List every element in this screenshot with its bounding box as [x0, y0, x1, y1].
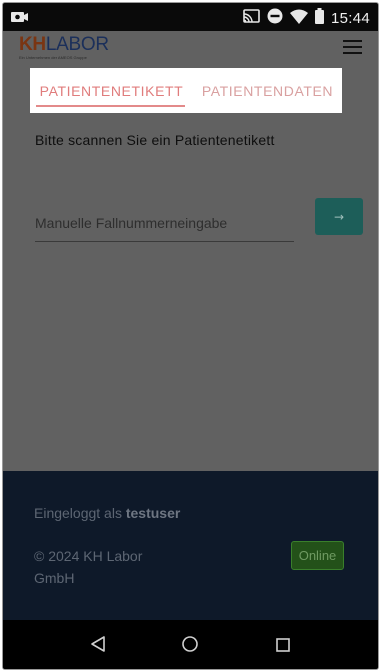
logo-labor-text: LABOR — [45, 34, 109, 55]
footer: Eingeloggt als testuser © 2024 KH Labor … — [3, 471, 378, 620]
cast-icon — [243, 9, 260, 28]
username: testuser — [125, 505, 181, 521]
back-icon[interactable] — [89, 635, 107, 658]
logo-subtitle: Ein Unternehmen der AMEOS Gruppe — [19, 55, 87, 60]
camera-notification-icon — [11, 10, 28, 28]
main-content: PATIENTENETIKETT PATIENTENDATEN Bitte sc… — [3, 64, 378, 471]
do-not-disturb-icon — [267, 8, 283, 29]
case-number-input[interactable] — [35, 204, 294, 242]
submit-arrow-button[interactable]: → — [315, 198, 363, 235]
recent-apps-icon[interactable] — [276, 638, 290, 657]
tab-bar: PATIENTENETIKETT PATIENTENDATEN — [30, 68, 342, 113]
wifi-icon — [289, 9, 308, 29]
kh-labor-logo[interactable]: KHLABOR Ein Unternehmen der AMEOS Gruppe — [19, 35, 109, 60]
home-icon[interactable] — [181, 635, 199, 658]
hamburger-menu-icon[interactable] — [343, 40, 362, 55]
copyright: © 2024 KH Labor GmbH — [34, 548, 143, 586]
android-nav-bar — [3, 620, 378, 669]
phone-frame: 15:44 KHLABOR Ein Unternehmen der AMEOS … — [2, 2, 379, 670]
app-header: KHLABOR Ein Unternehmen der AMEOS Gruppe — [3, 31, 378, 64]
scan-instruction: Bitte scannen Sie ein Patientenetikett — [35, 132, 275, 148]
tab-patientendaten[interactable]: PATIENTENDATEN — [193, 68, 342, 113]
status-bar: 15:44 — [3, 3, 378, 31]
online-status-badge: Online — [291, 541, 344, 570]
login-prefix: Eingeloggt als — [34, 505, 122, 521]
tab-patientenetikett[interactable]: PATIENTENETIKETT — [30, 68, 193, 113]
battery-icon — [314, 8, 324, 29]
clock: 15:44 — [330, 10, 370, 27]
logo-kh-text: KH — [19, 34, 46, 55]
arrow-right-icon: → — [333, 209, 345, 224]
login-status: Eingeloggt als testuser — [34, 505, 180, 521]
